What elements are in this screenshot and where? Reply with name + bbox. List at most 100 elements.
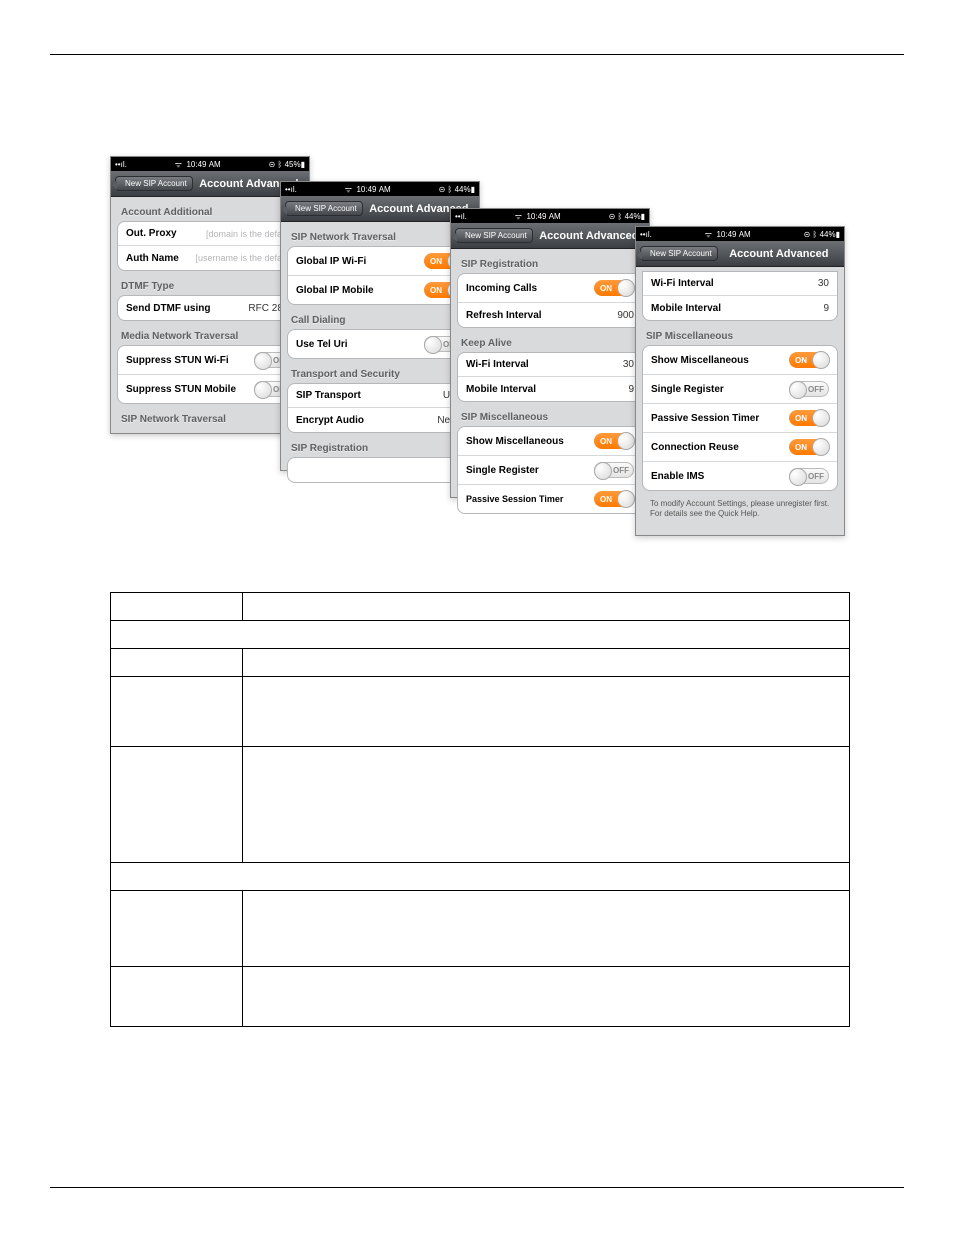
- cell-show-miscellaneous[interactable]: Show Miscellaneous ON: [458, 427, 642, 456]
- back-button[interactable]: New SIP Account: [115, 176, 193, 191]
- table-row: [Outbound proxy. If you have been given …: [243, 649, 850, 677]
- battery-pct: 44%: [625, 212, 641, 221]
- cell-single-register[interactable]: Single Register OFF: [458, 456, 642, 485]
- screenshots-row: ••ıl. ᯤ 10:49 AM ⊝ ᛒ 45%▮ New SIP Accoun…: [110, 156, 904, 546]
- cell-suppress-stun-mobile[interactable]: Suppress STUN Mobile OFF: [118, 375, 302, 403]
- toggle-show-miscellaneous[interactable]: ON: [594, 433, 634, 449]
- header-left: Bria iPhone Edition User Guide: [50, 36, 188, 47]
- status-bar: ••ıl. ᯤ 10:49 AM ⊝ ᛒ 44%▮: [636, 227, 844, 241]
- label-show-miscellaneous: Show Miscellaneous: [466, 436, 564, 447]
- lock-icon: ⊝: [439, 185, 446, 194]
- table-row: Auth Name: [111, 677, 243, 747]
- toggle-single-register[interactable]: OFF: [594, 462, 634, 478]
- cell-suppress-stun-wifi[interactable]: Suppress STUN Wi-Fi OFF: [118, 346, 302, 375]
- battery-icon: ▮: [836, 230, 840, 239]
- page-footer: CounterPath Corporation 13: [50, 1187, 904, 1203]
- cell-global-ip-wifi[interactable]: Global IP Wi-Fi ON: [288, 247, 472, 276]
- nav-bar: New SIP Account Account Advanced: [636, 241, 844, 267]
- bluetooth-icon: ᛒ: [813, 230, 818, 239]
- label-global-ip-mobile: Global IP Mobile: [296, 285, 374, 296]
- battery-pct: 45%: [285, 160, 301, 169]
- label-wifi-interval: Wi-Fi Interval: [651, 278, 714, 289]
- status-time: 10:49 AM: [186, 160, 220, 169]
- label-encrypt-audio: Encrypt Audio: [296, 415, 364, 426]
- cell-use-tel-uri[interactable]: Use Tel Uri OFF: [288, 330, 472, 358]
- label-single-register: Single Register: [651, 384, 724, 395]
- battery-icon: ▮: [641, 212, 645, 221]
- cell-sip-transport[interactable]: SIP Transport UDP: [288, 384, 472, 408]
- table-section-account-additional: Account Additional: [111, 621, 850, 649]
- toggle-passive-session-timer[interactable]: ON: [789, 410, 829, 426]
- value-mobile-interval: 9: [823, 303, 829, 314]
- nav-bar: New SIP Account Account Advanced: [451, 223, 649, 249]
- status-bar: ••ıl. ᯤ 10:49 AM ⊝ ᛒ 44%▮: [451, 209, 649, 223]
- back-button[interactable]: New SIP Account: [640, 246, 718, 261]
- cell-wifi-interval[interactable]: Wi-Fi Interval 30: [458, 353, 642, 377]
- cell-wifi-interval[interactable]: Wi-Fi Interval 30: [643, 272, 837, 296]
- toggle-connection-reuse[interactable]: ON: [789, 439, 829, 455]
- cell-passive-session-timer[interactable]: Passive Session Timer ON: [643, 404, 837, 433]
- battery-icon: ▮: [301, 160, 305, 169]
- wifi-icon: ᯤ: [515, 212, 522, 221]
- cell-global-ip-mobile[interactable]: Global IP Mobile ON: [288, 276, 472, 304]
- label-sip-transport: SIP Transport: [296, 390, 361, 401]
- section-title: Account Advanced (SIP): [110, 110, 904, 126]
- label-single-register: Single Register: [466, 465, 539, 476]
- cell-single-register[interactable]: Single Register OFF: [643, 375, 837, 404]
- back-button[interactable]: New SIP Account: [285, 201, 363, 216]
- table-row: [111, 967, 243, 1027]
- cell-passive-session-timer[interactable]: Passive Session Timer ON: [458, 485, 642, 513]
- toggle-enable-ims[interactable]: OFF: [789, 468, 829, 484]
- label-passive-session-timer: Passive Session Timer: [466, 494, 563, 504]
- nav-title: Account Advanced: [718, 248, 840, 260]
- group-sip-miscellaneous: SIP Miscellaneous: [642, 325, 838, 345]
- signal-icon: ••ıl.: [115, 160, 127, 169]
- cell-incoming-calls[interactable]: Incoming Calls ON: [458, 274, 642, 303]
- cell-refresh-interval[interactable]: Refresh Interval 900: [458, 303, 642, 327]
- table-row: Send DTMF using: [111, 891, 243, 967]
- battery-icon: ▮: [471, 185, 475, 194]
- label-passive-session-timer: Passive Session Timer: [651, 413, 759, 424]
- label-global-ip-wifi: Global IP Wi-Fi: [296, 256, 366, 267]
- cell-auth-name[interactable]: Auth Name [username is the default]: [118, 246, 302, 270]
- cell-connection-reuse[interactable]: Connection Reuse ON: [643, 433, 837, 462]
- label-use-tel-uri: Use Tel Uri: [296, 339, 348, 350]
- cell-mobile-interval[interactable]: Mobile Interval 9: [643, 296, 837, 320]
- footer-note: To modify Account Settings, please unreg…: [642, 495, 838, 524]
- phone-4: ••ıl. ᯤ 10:49 AM ⊝ ᛒ 44%▮ New SIP Accoun…: [635, 226, 845, 536]
- cell-mobile-interval[interactable]: Mobile Interval 9: [458, 377, 642, 401]
- group-account-additional: Account Additional: [117, 201, 303, 221]
- toggle-show-miscellaneous[interactable]: ON: [789, 352, 829, 368]
- phone-3: ••ıl. ᯤ 10:49 AM ⊝ ᛒ 44%▮ New SIP Accoun…: [450, 208, 650, 498]
- label-suppress-stun-mobile: Suppress STUN Mobile: [126, 384, 236, 395]
- cell-out-proxy[interactable]: Out. Proxy [domain is the default]: [118, 222, 302, 246]
- group-sip-registration: SIP Registration: [287, 437, 473, 457]
- lock-icon: ⊝: [804, 230, 811, 239]
- toggle-single-register[interactable]: OFF: [789, 381, 829, 397]
- toggle-incoming-calls[interactable]: ON: [594, 280, 634, 296]
- signal-icon: ••ıl.: [455, 212, 467, 221]
- label-incoming-calls: Incoming Calls: [466, 283, 537, 294]
- label-mobile-interval: Mobile Interval: [466, 384, 536, 395]
- wifi-icon: ᯤ: [345, 185, 352, 194]
- group-call-dialing: Call Dialing: [287, 309, 473, 329]
- header-rule: [50, 49, 904, 55]
- status-bar: ••ıl. ᯤ 10:49 AM ⊝ ᛒ 44%▮: [281, 182, 479, 196]
- back-button[interactable]: New SIP Account: [455, 228, 533, 243]
- label-enable-ims: Enable IMS: [651, 471, 704, 482]
- table-row: [... ...]: [243, 967, 850, 1027]
- group-sip-network-traversal: SIP Network Traversal: [117, 408, 303, 428]
- settings-table: Field Description Account Additional Out…: [110, 592, 850, 1027]
- cell-encrypt-audio[interactable]: Encrypt Audio Never: [288, 408, 472, 432]
- toggle-passive-session-timer[interactable]: ON: [594, 491, 634, 507]
- label-auth-name: Auth Name: [126, 253, 179, 264]
- cell-send-dtmf[interactable]: Send DTMF using RFC 2833: [118, 296, 302, 320]
- battery-pct: 44%: [455, 185, 471, 194]
- cell-enable-ims[interactable]: Enable IMS OFF: [643, 462, 837, 490]
- table-section-dtmf-type: DTMF Type: [111, 863, 850, 891]
- table-row: [This setting is used to handle interact…: [243, 891, 850, 967]
- group-media-network-traversal: Media Network Traversal: [117, 325, 303, 345]
- lock-icon: ⊝: [609, 212, 616, 221]
- col-field: Field: [111, 593, 243, 621]
- cell-show-miscellaneous[interactable]: Show Miscellaneous ON: [643, 346, 837, 375]
